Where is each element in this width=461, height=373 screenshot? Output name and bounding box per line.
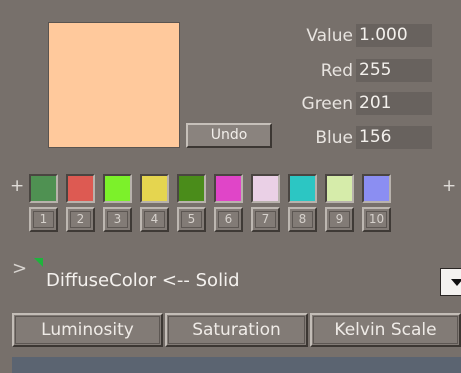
tab-label: Luminosity xyxy=(15,316,160,344)
palette-number-button-5[interactable]: 5 xyxy=(177,207,206,232)
value-label: Value xyxy=(306,26,353,46)
tab-saturation[interactable]: Saturation xyxy=(165,313,308,347)
undo-label: Undo xyxy=(210,127,248,143)
dropdown-arrow-icon[interactable] xyxy=(440,268,461,296)
palette-number-button-3[interactable]: 3 xyxy=(103,207,132,232)
add-palette-left-button[interactable]: + xyxy=(10,178,24,195)
palette-number-button-2[interactable]: 2 xyxy=(66,207,95,232)
tab-luminosity[interactable]: Luminosity xyxy=(12,313,163,347)
palette-number-label: 3 xyxy=(107,211,128,228)
color-preview-swatch xyxy=(48,22,180,148)
bottom-strip xyxy=(12,357,461,373)
palette-number-button-1[interactable]: 1 xyxy=(29,207,58,232)
palette-number-button-8[interactable]: 8 xyxy=(288,207,317,232)
red-label: Red xyxy=(320,61,353,81)
chevron-right-icon[interactable]: > xyxy=(10,258,43,288)
palette-swatch-6[interactable] xyxy=(214,174,243,203)
green-field[interactable]: 201 xyxy=(356,92,432,115)
palette-swatch-10[interactable] xyxy=(362,174,391,203)
palette-number-button-6[interactable]: 6 xyxy=(214,207,243,232)
palette-swatch-2[interactable] xyxy=(66,174,95,203)
palette-number-button-9[interactable]: 9 xyxy=(325,207,354,232)
palette-number-label: 4 xyxy=(144,211,165,228)
palette-swatch-9[interactable] xyxy=(325,174,354,203)
property-label: DiffuseColor <-- Solid xyxy=(46,270,240,291)
palette-number-label: 10 xyxy=(366,211,387,228)
palette-number-label: 7 xyxy=(255,211,276,228)
blue-field[interactable]: 156 xyxy=(356,126,432,149)
tab-label: Kelvin Scale xyxy=(313,316,458,344)
blue-label: Blue xyxy=(315,128,353,148)
tab-kelvin-scale[interactable]: Kelvin Scale xyxy=(310,313,461,347)
tab-label: Saturation xyxy=(168,316,305,344)
palette-swatch-3[interactable] xyxy=(103,174,132,203)
add-palette-right-button[interactable]: + xyxy=(442,178,456,195)
red-field[interactable]: 255 xyxy=(356,59,432,82)
green-label: Green xyxy=(301,94,353,114)
palette-swatch-1[interactable] xyxy=(29,174,58,203)
palette-number-label: 2 xyxy=(70,211,91,228)
palette-number-button-7[interactable]: 7 xyxy=(251,207,280,232)
palette-swatch-5[interactable] xyxy=(177,174,206,203)
green-corner-indicator xyxy=(34,258,43,267)
palette-number-button-10[interactable]: 10 xyxy=(362,207,391,232)
palette-number-label: 9 xyxy=(329,211,350,228)
undo-button[interactable]: Undo xyxy=(186,123,272,148)
palette-swatch-7[interactable] xyxy=(251,174,280,203)
palette-number-label: 6 xyxy=(218,211,239,228)
palette-swatch-8[interactable] xyxy=(288,174,317,203)
value-field[interactable]: 1.000 xyxy=(356,24,432,47)
palette-number-label: 8 xyxy=(292,211,313,228)
palette-swatch-4[interactable] xyxy=(140,174,169,203)
palette-number-button-4[interactable]: 4 xyxy=(140,207,169,232)
palette-number-label: 5 xyxy=(181,211,202,228)
palette-number-label: 1 xyxy=(33,211,54,228)
color-picker-panel: Undo Value 1.000 Red 255 Green 201 Blue … xyxy=(0,0,461,373)
